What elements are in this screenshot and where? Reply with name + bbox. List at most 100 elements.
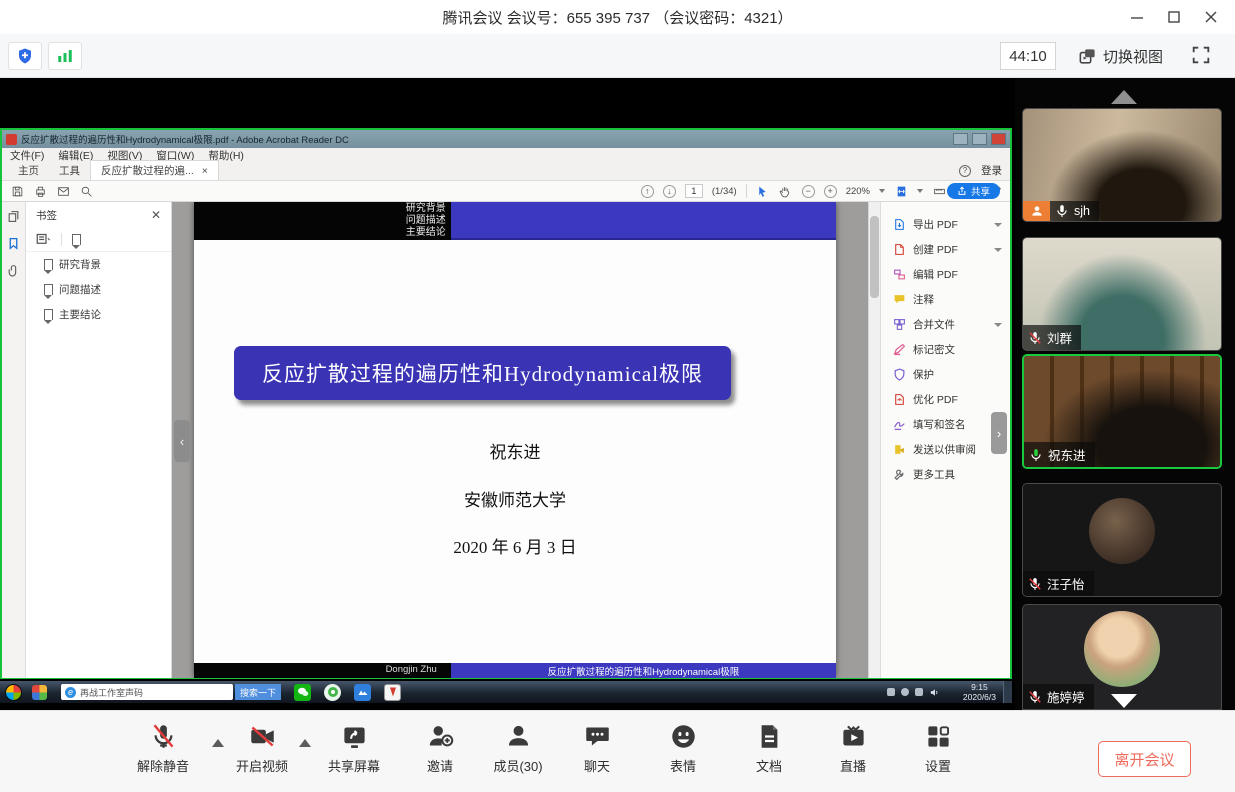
bookmarks-close-icon[interactable]: ✕ <box>151 208 161 222</box>
tab-home[interactable]: 主页 <box>8 161 49 180</box>
zoom-level-value[interactable]: 220% <box>846 186 870 197</box>
security-shield-button[interactable] <box>8 42 42 70</box>
network-signal-button[interactable] <box>48 42 82 70</box>
fit-dropdown-icon[interactable] <box>917 189 923 193</box>
email-icon[interactable] <box>56 184 70 198</box>
chat-button[interactable]: 聊天 <box>555 723 639 775</box>
docs-button[interactable]: 文档 <box>727 723 811 775</box>
tool-combine-files[interactable]: 合并文件 <box>881 312 1010 337</box>
slide-title-box: 反应扩散过程的遍历性和Hydrodynamical极限 <box>234 346 731 400</box>
bookmark-options-icon[interactable] <box>36 233 51 246</box>
collapse-left-panel-icon[interactable]: ‹ <box>174 420 190 462</box>
collapse-tools-panel-icon[interactable]: › <box>991 412 1007 454</box>
taskbar-search-text: 再战工作室声码 <box>80 686 229 699</box>
meeting-titlebar: 腾讯会议 会议号：655 395 737 （会议密码：4321） <box>0 0 1235 34</box>
page-number-input[interactable]: 1 <box>685 184 703 198</box>
chevron-down-icon[interactable] <box>994 323 1002 327</box>
zoom-out-icon[interactable]: − <box>802 185 815 198</box>
control-label: 开启视频 <box>236 756 288 775</box>
acrobat-restore-icon[interactable] <box>972 133 987 145</box>
scroll-up-icon[interactable] <box>1111 90 1137 104</box>
print-icon[interactable] <box>33 184 47 198</box>
tab-tools[interactable]: 工具 <box>49 161 90 180</box>
video-options-caret-icon[interactable] <box>299 739 311 747</box>
tool-more-tools[interactable]: 更多工具 <box>881 462 1010 487</box>
taskbar-clock[interactable]: 9:15 2020/6/3 <box>963 682 996 702</box>
taskbar-search-band[interactable]: e 再战工作室声码 <box>61 684 233 700</box>
bookmark-item[interactable]: 问题描述 <box>26 277 171 302</box>
vertical-scrollbar[interactable] <box>868 202 880 678</box>
switch-view-button[interactable]: 切换视图 <box>1078 42 1163 70</box>
taskbar-search-button[interactable]: 搜索一下 <box>235 684 281 700</box>
help-icon[interactable]: ? <box>959 165 971 177</box>
taskbar-app-icon[interactable] <box>32 685 47 700</box>
bookmark-item[interactable]: 主要结论 <box>26 302 171 327</box>
tab-close-icon[interactable]: × <box>202 165 208 177</box>
wechat-icon[interactable] <box>294 684 311 701</box>
invite-button[interactable]: 邀请 <box>398 723 482 775</box>
volume-icon[interactable] <box>929 687 940 698</box>
pdf-file-icon <box>6 134 17 145</box>
page-up-icon[interactable]: ↑ <box>641 185 654 198</box>
adobe-reader-icon[interactable] <box>384 684 401 701</box>
fullscreen-icon[interactable] <box>1190 44 1212 66</box>
bookmark-item[interactable]: 研究背景 <box>26 252 171 277</box>
scrollbar-thumb[interactable] <box>870 216 879 298</box>
start-button-icon[interactable] <box>5 684 22 701</box>
start-video-button[interactable]: 开启视频 <box>220 723 304 775</box>
acrobat-minimize-icon[interactable] <box>953 133 968 145</box>
leave-meeting-button[interactable]: 离开会议 <box>1098 741 1191 777</box>
emoji-icon <box>670 723 697 750</box>
emoji-button[interactable]: 表情 <box>641 723 725 775</box>
maximize-icon[interactable] <box>1165 8 1183 26</box>
chevron-down-icon[interactable] <box>994 248 1002 252</box>
minimize-icon[interactable] <box>1128 8 1146 26</box>
system-tray[interactable] <box>887 687 940 698</box>
tool-edit-pdf[interactable]: 编辑 PDF <box>881 262 1010 287</box>
tool-label: 创建 PDF <box>913 242 958 257</box>
tool-optimize-pdf[interactable]: 优化 PDF <box>881 387 1010 412</box>
settings-grid-icon <box>925 723 952 750</box>
show-desktop-button[interactable] <box>1003 681 1012 703</box>
acrobat-close-icon[interactable] <box>991 133 1006 145</box>
login-link[interactable]: 登录 <box>981 163 1002 178</box>
tool-comment[interactable]: 注释 <box>881 287 1010 312</box>
browser-360-icon[interactable] <box>324 684 341 701</box>
zoom-in-icon[interactable]: + <box>824 185 837 198</box>
bookmark-label: 问题描述 <box>59 282 101 297</box>
pdf-page: 研究背景 问题描述 主要结论 反应扩散过程的遍历性和Hydrodynamical… <box>194 202 836 678</box>
tool-export-pdf[interactable]: 导出 PDF <box>881 212 1010 237</box>
select-cursor-icon[interactable] <box>756 184 770 198</box>
live-button[interactable]: 直播 <box>811 723 895 775</box>
hand-tool-icon[interactable] <box>779 184 793 198</box>
chevron-down-icon[interactable] <box>994 223 1002 227</box>
measure-icon[interactable] <box>932 184 946 198</box>
search-icon[interactable] <box>79 184 93 198</box>
bookmarks-panel-icon[interactable] <box>7 237 20 250</box>
zoom-dropdown-icon[interactable] <box>879 189 885 193</box>
participant-tile-sjh[interactable]: sjh <box>1022 108 1222 222</box>
page-thumbnails-icon[interactable] <box>7 210 20 223</box>
attachments-icon[interactable] <box>7 264 20 277</box>
participant-tile-wangziyi[interactable]: 汪子怡 <box>1022 483 1222 597</box>
unmute-button[interactable]: 解除静音 <box>121 723 205 775</box>
participant-tile-zhudongjin[interactable]: 祝东进 <box>1022 354 1222 469</box>
tool-protect[interactable]: 保护 <box>881 362 1010 387</box>
share-screen-button[interactable]: 共享屏幕 <box>312 723 396 775</box>
new-bookmark-icon[interactable] <box>72 234 81 245</box>
settings-button[interactable]: 设置 <box>896 723 980 775</box>
close-icon[interactable] <box>1202 8 1220 26</box>
tool-redact[interactable]: 标记密文 <box>881 337 1010 362</box>
tool-create-pdf[interactable]: 创建 PDF <box>881 237 1010 262</box>
blue-app-icon[interactable] <box>354 684 371 701</box>
tab-document[interactable]: 反应扩散过程的遍... × <box>90 160 219 180</box>
page-down-icon[interactable]: ↓ <box>663 185 676 198</box>
fit-width-icon[interactable] <box>894 184 908 198</box>
participant-tile-liuqun[interactable]: 刘群 <box>1022 237 1222 351</box>
save-icon[interactable] <box>10 184 24 198</box>
acrobat-share-button[interactable]: 共享 <box>947 183 1000 199</box>
ie-browser-icon: e <box>65 687 76 698</box>
members-button[interactable]: 成员(30) <box>476 723 560 775</box>
document-icon <box>756 723 783 750</box>
scroll-down-icon[interactable] <box>1111 694 1137 708</box>
